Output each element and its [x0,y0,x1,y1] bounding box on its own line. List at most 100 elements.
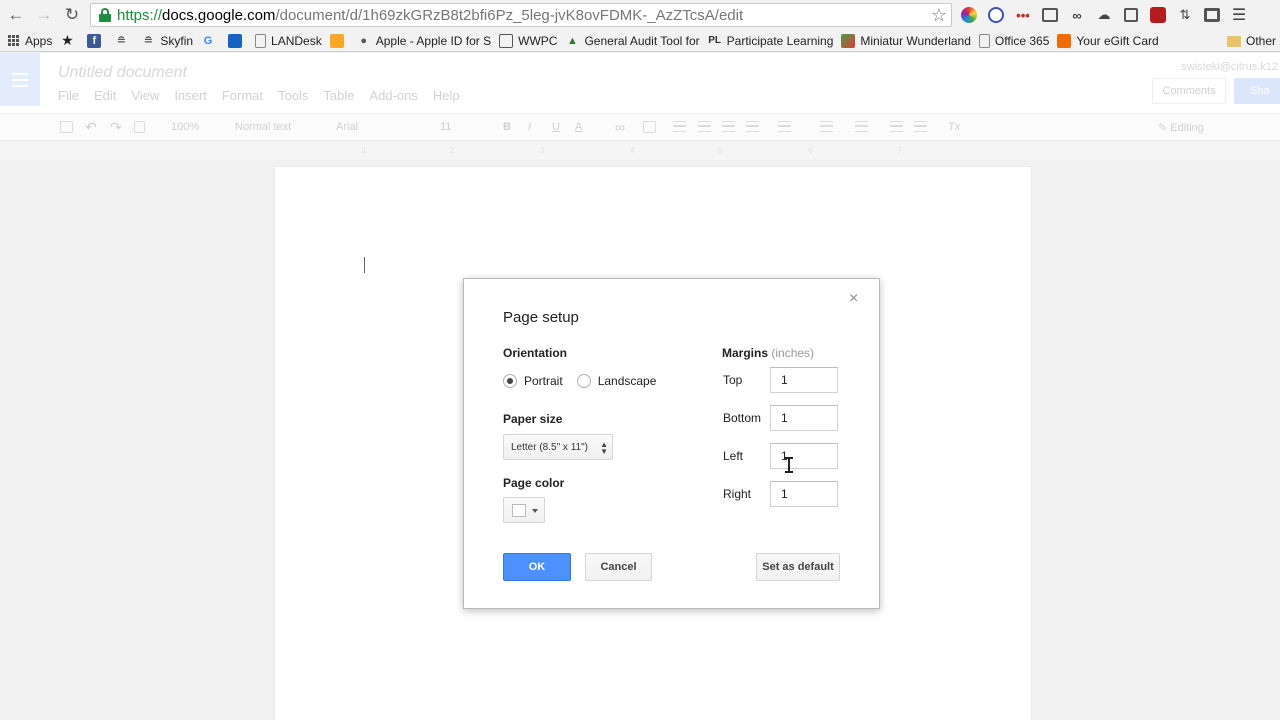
paper-size-select[interactable]: Letter (8.5" x 11") ▲ ▼ [503,434,613,460]
print-icon[interactable] [60,121,73,133]
landscape-radio[interactable] [576,374,591,388]
dialog-title: Page setup [503,309,579,326]
style-select[interactable]: Normal text [235,121,291,133]
bookmark-icon [841,33,856,48]
clear-formatting-icon[interactable]: Tx [948,121,960,133]
font-select[interactable]: Arial [336,121,358,133]
top-margin-input[interactable] [770,367,838,393]
set-as-default-button[interactable]: Set as default [756,553,840,581]
increase-indent-icon[interactable] [914,121,927,132]
menu-edit[interactable]: Edit [94,88,116,103]
chrome-menu-icon[interactable]: ☰ [1228,4,1250,26]
bookmark-facebook[interactable]: f [87,32,106,50]
numbered-list-icon[interactable] [820,121,833,132]
redo-icon[interactable]: ↷ [110,119,122,136]
cancel-button[interactable]: Cancel [585,553,652,581]
cloud-extension-icon[interactable]: ☁ [1093,4,1115,26]
bookmark-other[interactable]: Other [1226,32,1276,50]
align-justify-icon[interactable] [746,121,759,132]
document-title[interactable]: Untitled document [58,64,187,82]
menu-insert[interactable]: Insert [174,88,207,103]
bulleted-list-icon[interactable] [855,121,868,132]
text-color-button[interactable]: A [575,121,582,133]
glasses-extension-icon[interactable]: ∞ [1066,4,1088,26]
bookmark-miniatur[interactable]: Miniatur Wunderland [841,32,971,50]
bookmark-google[interactable]: G [201,32,220,50]
decrease-indent-icon[interactable] [890,121,903,132]
text-cursor [364,257,365,273]
left-margin-input[interactable] [770,443,838,469]
google-icon: G [203,34,213,47]
bottom-margin-input[interactable] [770,405,838,431]
color-wheel-extension-icon[interactable] [958,4,980,26]
align-right-icon[interactable] [722,121,735,132]
user-email[interactable]: swisteki@citrus.k12 [1181,61,1278,73]
translate-extension-icon[interactable]: ⇅ [1174,4,1196,26]
url-host: docs.google.com [162,6,276,24]
bold-button[interactable]: B [503,121,511,133]
paint-format-icon[interactable] [134,121,145,133]
comment-icon[interactable] [643,121,656,133]
cast-icon[interactable] [1039,4,1061,26]
zoom-select[interactable]: 100% [171,121,199,133]
ruler-number: 6 [808,146,813,155]
bookmark-star-icon[interactable]: ☆ [931,5,947,26]
bookmark-apple[interactable]: ● Apple - Apple ID for S [357,32,491,50]
dots-extension-icon[interactable]: ••• [1012,4,1034,26]
ublock-extension-icon[interactable] [1147,4,1169,26]
menu-view[interactable]: View [131,88,159,103]
pl-icon: PL [708,35,722,46]
bookmark-audit-tool[interactable]: ▲ General Audit Tool for [565,32,700,50]
link-icon[interactable]: ∞ [615,119,625,135]
bookmark-office365[interactable]: Office 365 [978,32,1049,50]
left-margin-label: Left [723,449,744,463]
comments-button[interactable]: Comments [1152,78,1226,104]
undo-icon[interactable]: ↶ [85,119,97,136]
close-icon[interactable]: × [849,291,858,307]
menu-help[interactable]: Help [433,88,460,103]
skyfin-icon: ≘ [143,35,153,47]
menu-table[interactable]: Table [323,88,354,103]
orientation-options: Portrait Landscape [503,374,670,388]
portrait-radio[interactable] [503,374,517,388]
italic-button[interactable]: I [528,121,531,133]
bookmark-participate[interactable]: PL Participate Learning [708,32,833,50]
portrait-label[interactable]: Portrait [524,374,563,388]
forward-arrow-icon[interactable]: → [32,3,56,27]
bookmark-skyfin[interactable]: ≘ Skyfin [141,32,193,50]
bookmark-egift[interactable]: Your eGift Card [1057,32,1159,50]
align-center-icon[interactable] [698,121,711,132]
pocket-extension-icon[interactable] [1120,4,1142,26]
align-left-icon[interactable] [673,121,686,132]
underline-button[interactable]: U [552,121,560,133]
bookmark-signal[interactable]: ≘ [114,32,133,50]
film-extension-icon[interactable] [1201,4,1223,26]
bookmark-yellow[interactable] [329,32,349,50]
font-size-select[interactable]: 11 [440,121,451,133]
back-arrow-icon[interactable]: ← [4,3,28,27]
bookmark-apps[interactable]: Apps [8,32,52,50]
menu-format[interactable]: Format [222,88,263,103]
ok-button[interactable]: OK [503,553,571,581]
bookmark-wwpc[interactable]: WWPC [499,32,557,50]
landscape-label[interactable]: Landscape [598,374,657,388]
line-spacing-icon[interactable] [778,121,791,132]
address-bar[interactable]: https:// docs.google.com /document/d/1h6… [90,3,952,27]
menu-tools[interactable]: Tools [278,88,308,103]
docs-logo-icon[interactable] [0,53,40,106]
bookmark-star[interactable]: ★ [60,32,79,50]
apps-grid-icon [8,34,20,47]
editing-mode-select[interactable]: ✎ Editing [1158,121,1204,134]
reload-icon[interactable]: ↻ [60,3,84,27]
bookmark-blue[interactable] [228,32,247,50]
top-margin-label: Top [723,373,743,387]
bookmark-icon [329,33,344,48]
phone-extension-icon[interactable] [985,4,1007,26]
bookmarks-bar: Apps ★ f ≘ ≘ Skyfin G LANDesk ● Apple - Ap… [0,30,1280,52]
menu-file[interactable]: File [58,88,79,103]
right-margin-input[interactable] [770,481,838,507]
bookmark-landesk[interactable]: LANDesk [255,32,322,50]
page-color-picker[interactable] [503,497,545,523]
share-button[interactable]: Sha [1234,78,1280,104]
menu-addons[interactable]: Add-ons [369,88,417,103]
